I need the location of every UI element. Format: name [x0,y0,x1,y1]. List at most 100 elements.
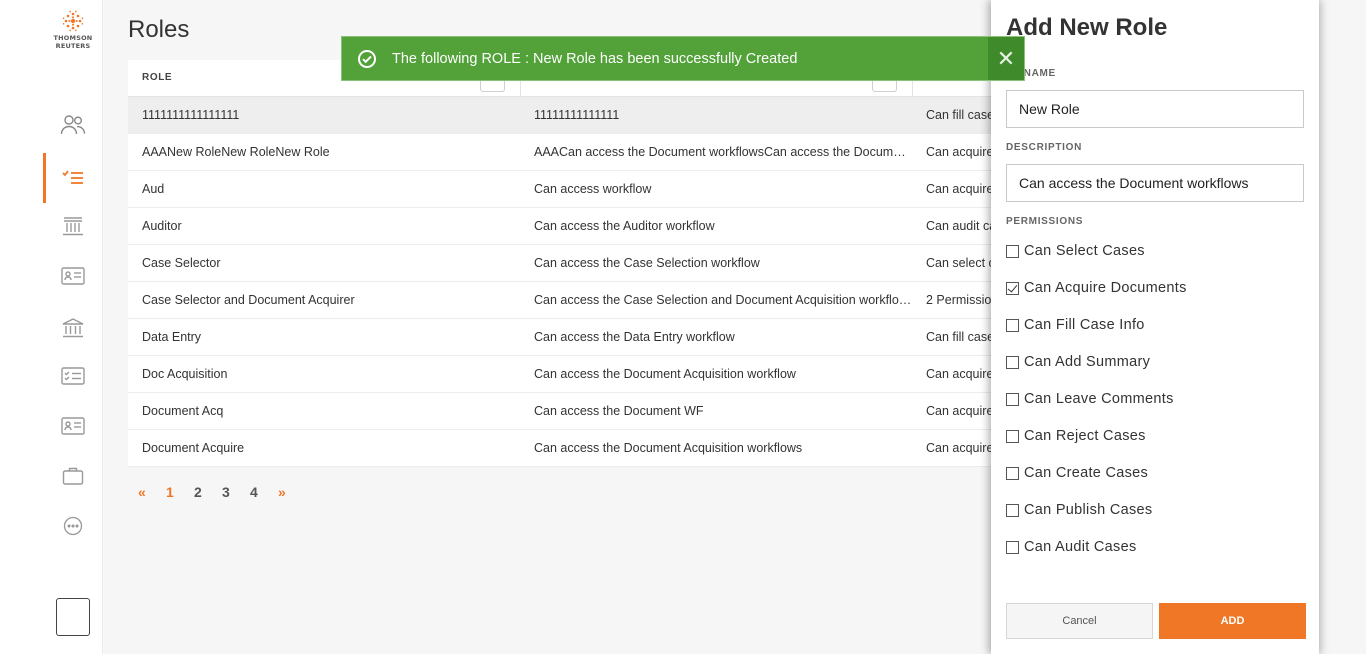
description-cell: Can access the Case Selection and Docume… [534,293,912,307]
close-icon[interactable]: ✕ [988,37,1024,80]
checkbox[interactable] [1006,392,1019,406]
logo-mark-icon [62,10,84,32]
pagination-page-2[interactable]: 2 [194,484,222,500]
checkbox[interactable] [1006,503,1019,517]
page-title: Roles [128,16,190,43]
table-row[interactable]: Doc Acquisition Can access the Document … [128,356,1008,393]
permission-leave-comments[interactable]: Can Leave Comments [1006,391,1174,407]
permission-label: Can Select Cases [1024,243,1145,259]
role-cell: AAANew RoleNew RoleNew Role [142,145,330,159]
more-icon [63,516,83,536]
nav-item-roles[interactable] [43,153,103,203]
table-row[interactable]: 1111111111111111 11111111111111 Can fill… [128,97,1008,134]
checkbox[interactable] [1006,244,1019,258]
pagination-page-4[interactable]: 4 [250,484,278,500]
nav-item-briefcase[interactable] [43,458,103,494]
permission-reject-cases[interactable]: Can Reject Cases [1006,428,1146,444]
roles-table: ROLE 1111111111111111 11111111111111 Can… [128,60,1008,467]
thomson-reuters-logo: THOMSON REUTERS [43,10,103,50]
nav-item-checklist[interactable] [43,358,103,394]
role-name-input[interactable]: New Role [1006,90,1304,128]
checkbox-checked[interactable] [1006,281,1019,295]
description-cell: Can access the Data Entry workflow [534,330,735,344]
roles-list-icon [62,170,83,184]
description-cell: Can access the Document WF [534,404,704,418]
role-cell: Case Selector and Document Acquirer [142,293,355,307]
nav-item-id-card[interactable] [43,258,103,294]
nav-item-users[interactable] [43,107,103,143]
success-toast: The following ROLE : New Role has been s… [341,36,1025,81]
table-row[interactable]: Auditor Can access the Auditor workflow … [128,208,1008,245]
user-avatar-button[interactable] [56,598,90,636]
logo-line-1: THOMSON [53,34,93,42]
role-cell: Auditor [142,219,182,233]
table-row[interactable]: Case Selector and Document Acquirer Can … [128,282,1008,319]
checkbox[interactable] [1006,429,1019,443]
profile-card-icon [61,417,85,435]
role-cell: Doc Acquisition [142,367,228,381]
permission-acquire-documents[interactable]: Can Acquire Documents [1006,280,1187,296]
role-cell: Case Selector [142,256,221,270]
role-cell: Document Acq [142,404,224,418]
checkbox[interactable] [1006,318,1019,332]
nav-item-bank[interactable] [43,310,103,346]
permission-label: Can Create Cases [1024,465,1149,481]
checkbox[interactable] [1006,466,1019,480]
check-circle-icon [358,49,376,68]
description-cell: Can access the Document Acquisition work… [534,367,796,381]
briefcase-icon [62,467,84,485]
permission-publish-cases[interactable]: Can Publish Cases [1006,502,1152,518]
panel-title: Add New Role [1006,14,1168,41]
table-row[interactable]: Data Entry Can access the Data Entry wor… [128,319,1008,356]
role-cell: Aud [142,182,165,196]
checkbox[interactable] [1006,355,1019,369]
permission-label: Can Acquire Documents [1024,280,1187,296]
description-input[interactable]: Can access the Document workflows [1006,164,1304,202]
description-label: DESCRIPTION [1006,142,1083,153]
permission-label: Can Leave Comments [1024,391,1174,407]
permission-fill-case-info[interactable]: Can Fill Case Info [1006,317,1145,333]
checkbox[interactable] [1006,540,1019,554]
description-cell: Can access the Document Acquisition work… [534,441,803,455]
cancel-button[interactable]: Cancel [1006,603,1153,639]
permission-label: Can Reject Cases [1024,428,1146,444]
table-row[interactable]: Document Acquire Can access the Document… [128,430,1008,467]
description-cell: Can access the Case Selection workflow [534,256,760,270]
pagination-page-3[interactable]: 3 [222,484,250,500]
permission-label: Can Add Summary [1024,354,1151,370]
add-role-panel: Add New Role LE NAME New Role DESCRIPTIO… [991,0,1319,654]
checklist-icon [61,367,85,385]
description-cell: 11111111111111 [534,108,620,122]
logo-line-2: REUTERS [55,42,91,50]
role-cell: Document Acquire [142,441,245,455]
role-cell: Data Entry [142,330,202,344]
pagination-next-button[interactable]: » [278,484,306,500]
table-row[interactable]: Document Acq Can access the Document WF … [128,393,1008,430]
description-cell: AAACan access the Document workflowsCan … [534,145,912,159]
permission-create-cases[interactable]: Can Create Cases [1006,465,1148,481]
pagination-prev-button[interactable]: « [138,484,166,500]
table-row[interactable]: Aud Can access workflow Can acquire [128,171,1008,208]
id-card-icon [61,267,85,285]
permission-audit-cases[interactable]: Can Audit Cases [1006,539,1137,555]
left-navigation: THOMSON REUTERS [43,0,103,654]
permission-select-cases[interactable]: Can Select Cases [1006,243,1145,259]
nav-item-institution[interactable] [43,208,103,244]
users-icon [60,115,86,135]
table-row[interactable]: AAANew RoleNew RoleNew Role AAACan acces… [128,134,1008,171]
pagination-page-1[interactable]: 1 [166,484,194,500]
permission-label: Can Audit Cases [1024,539,1137,555]
institution-icon [63,217,83,236]
permission-label: Can Publish Cases [1024,502,1153,518]
add-button[interactable]: ADD [1159,603,1306,639]
description-cell: Can access the Auditor workflow [534,219,715,233]
role-cell: 1111111111111111 [142,108,240,122]
table-row[interactable]: Case Selector Can access the Case Select… [128,245,1008,282]
permission-add-summary[interactable]: Can Add Summary [1006,354,1150,370]
permission-label: Can Fill Case Info [1024,317,1145,333]
toast-message: The following ROLE : New Role has been s… [392,50,798,67]
description-cell: Can access workflow [534,182,652,196]
permissions-label: PERMISSIONS [1006,216,1084,227]
nav-item-more[interactable] [43,508,103,544]
nav-item-profile-card[interactable] [43,408,103,444]
